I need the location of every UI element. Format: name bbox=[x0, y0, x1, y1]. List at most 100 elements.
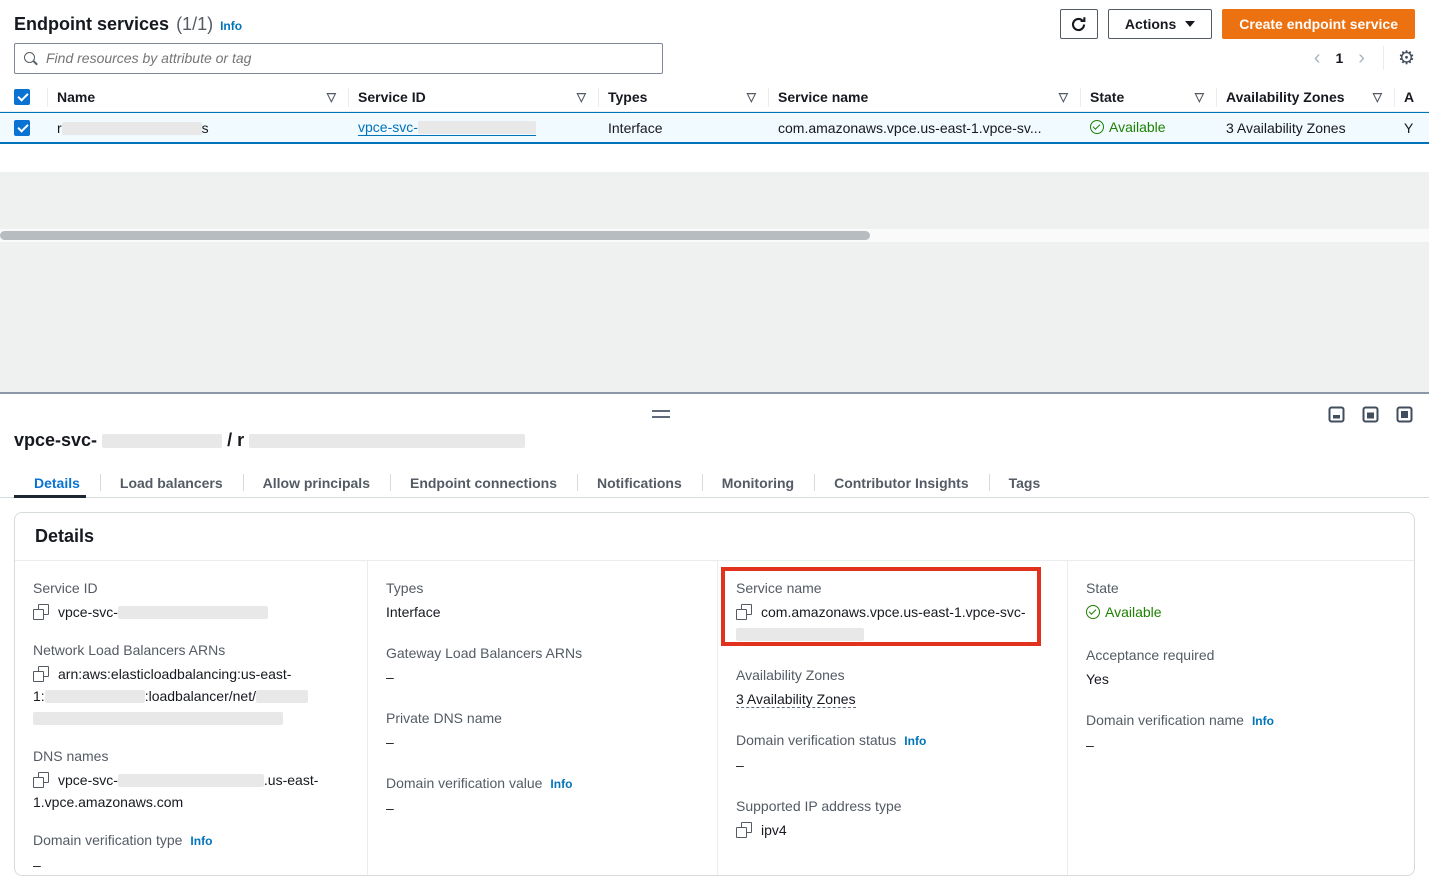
toolbar: ‹ 1 › ⚙ bbox=[14, 42, 1415, 74]
column-header-availability-zones[interactable]: Availability Zones▽ bbox=[1216, 83, 1394, 111]
field-domain-verification-name: Domain verification nameInfo – bbox=[1086, 710, 1396, 756]
availability-zones-popover-link[interactable]: 3 Availability Zones bbox=[1226, 120, 1346, 136]
row-checkbox[interactable] bbox=[14, 120, 30, 136]
table-row[interactable]: rs vpce-svc- Interface com.amazonaws.vpc… bbox=[0, 112, 1429, 144]
panel-size-medium-icon[interactable] bbox=[1362, 406, 1379, 426]
status-badge: Available bbox=[1090, 119, 1166, 135]
filter-icon[interactable]: ▽ bbox=[327, 91, 336, 103]
redacted-text bbox=[256, 690, 308, 703]
copy-icon[interactable] bbox=[736, 822, 752, 838]
column-header-partial[interactable]: A bbox=[1394, 83, 1429, 111]
filter-icon[interactable]: ▽ bbox=[577, 91, 586, 103]
field-acceptance-required: Acceptance required Yes bbox=[1086, 645, 1396, 690]
copy-icon[interactable] bbox=[33, 666, 49, 682]
split-panel-drag-handle-icon[interactable] bbox=[652, 410, 670, 418]
settings-gear-icon[interactable]: ⚙ bbox=[1398, 49, 1415, 68]
column-header-name[interactable]: Name▽ bbox=[47, 83, 348, 111]
empty-area bbox=[0, 172, 1429, 392]
info-link[interactable]: Info bbox=[904, 734, 926, 748]
split-panel: vpce-svc- / r Details Load balancers All… bbox=[0, 396, 1429, 886]
caret-down-icon bbox=[1185, 21, 1195, 27]
details-card-heading: Details bbox=[15, 513, 1414, 561]
search-icon bbox=[24, 51, 39, 66]
field-domain-verification-value: Domain verification valueInfo – bbox=[386, 773, 699, 819]
search-box[interactable] bbox=[14, 43, 663, 74]
table-header-row: Name▽ Service ID▽ Types▽ Service name▽ S… bbox=[0, 83, 1429, 112]
cell-types: Interface bbox=[598, 120, 768, 136]
field-service-id: Service ID vpce-svc- bbox=[33, 578, 349, 623]
service-id-link[interactable]: vpce-svc- bbox=[358, 119, 536, 136]
tab-monitoring[interactable]: Monitoring bbox=[702, 468, 814, 497]
check-circle-icon bbox=[1090, 120, 1104, 134]
tab-notifications[interactable]: Notifications bbox=[577, 468, 702, 497]
details-column-3: Service name com.amazonaws.vpce.us-east-… bbox=[717, 561, 1067, 875]
availability-zones-popover-link[interactable]: 3 Availability Zones bbox=[736, 691, 856, 708]
tab-bar: Details Load balancers Allow principals … bbox=[0, 468, 1429, 498]
endpoint-services-table: Name▽ Service ID▽ Types▽ Service name▽ S… bbox=[0, 83, 1429, 144]
previous-page-chevron-icon[interactable]: ‹ bbox=[1310, 48, 1325, 68]
tab-details[interactable]: Details bbox=[14, 468, 100, 497]
refresh-icon bbox=[1070, 16, 1087, 33]
list-header: Endpoint services (1/1) Info Actions Cre… bbox=[14, 8, 1415, 40]
filter-icon[interactable]: ▽ bbox=[747, 91, 756, 103]
panel-size-small-icon[interactable] bbox=[1328, 406, 1345, 426]
tab-tags[interactable]: Tags bbox=[989, 468, 1061, 497]
details-column-4: State Available Acceptance required Yes … bbox=[1067, 561, 1414, 875]
field-state: State Available bbox=[1086, 578, 1396, 625]
tab-allow-principals[interactable]: Allow principals bbox=[243, 468, 390, 497]
redacted-text bbox=[736, 628, 864, 641]
select-all-checkbox[interactable] bbox=[14, 89, 30, 105]
copy-icon[interactable] bbox=[33, 772, 49, 788]
details-card: Details Service ID vpce-svc- Network Loa… bbox=[14, 512, 1415, 876]
page-title: Endpoint services bbox=[14, 14, 169, 35]
redacted-text bbox=[45, 690, 145, 703]
page-number[interactable]: 1 bbox=[1330, 50, 1348, 66]
tab-endpoint-connections[interactable]: Endpoint connections bbox=[390, 468, 577, 497]
info-link[interactable]: Info bbox=[1252, 714, 1274, 728]
tab-contributor-insights[interactable]: Contributor Insights bbox=[814, 468, 989, 497]
field-domain-verification-type: Domain verification typeInfo – bbox=[33, 830, 349, 876]
endpoint-services-pane: Endpoint services (1/1) Info Actions Cre… bbox=[0, 0, 1429, 394]
redacted-text bbox=[418, 121, 536, 134]
redacted-text bbox=[102, 434, 222, 448]
divider bbox=[1383, 46, 1384, 70]
field-availability-zones: Availability Zones 3 Availability Zones bbox=[736, 665, 1049, 710]
info-link[interactable]: Info bbox=[550, 777, 572, 791]
filter-icon[interactable]: ▽ bbox=[1059, 91, 1068, 103]
redacted-text bbox=[118, 774, 264, 787]
column-header-types[interactable]: Types▽ bbox=[598, 83, 768, 111]
copy-icon[interactable] bbox=[736, 604, 752, 620]
info-link[interactable]: Info bbox=[220, 19, 242, 33]
scrollbar-thumb[interactable] bbox=[0, 231, 870, 240]
field-supported-ip: Supported IP address type ipv4 bbox=[736, 796, 1049, 841]
redacted-text bbox=[62, 122, 202, 135]
column-header-service-name[interactable]: Service name▽ bbox=[768, 83, 1080, 111]
field-gateway-lb-arns: Gateway Load Balancers ARNs – bbox=[386, 643, 699, 688]
refresh-button[interactable] bbox=[1060, 9, 1098, 39]
column-header-state[interactable]: State▽ bbox=[1080, 83, 1216, 111]
details-column-2: Types Interface Gateway Load Balancers A… bbox=[367, 561, 717, 875]
horizontal-scrollbar bbox=[0, 229, 1429, 242]
panel-size-full-icon[interactable] bbox=[1396, 406, 1413, 426]
status-badge: Available bbox=[1086, 601, 1162, 623]
filter-icon[interactable]: ▽ bbox=[1195, 91, 1204, 103]
field-private-dns-name: Private DNS name – bbox=[386, 708, 699, 753]
create-endpoint-service-button[interactable]: Create endpoint service bbox=[1222, 9, 1415, 39]
info-link[interactable]: Info bbox=[190, 834, 212, 848]
actions-button[interactable]: Actions bbox=[1108, 9, 1212, 39]
cell-partial: Y bbox=[1394, 120, 1429, 136]
check-circle-icon bbox=[1086, 605, 1100, 619]
details-column-1: Service ID vpce-svc- Network Load Balanc… bbox=[15, 561, 367, 875]
copy-icon[interactable] bbox=[33, 604, 49, 620]
filter-icon[interactable]: ▽ bbox=[1373, 91, 1382, 103]
tab-load-balancers[interactable]: Load balancers bbox=[100, 468, 243, 497]
search-input[interactable] bbox=[46, 50, 653, 66]
next-page-chevron-icon[interactable]: › bbox=[1354, 48, 1369, 68]
split-panel-title: vpce-svc- / r bbox=[14, 430, 525, 451]
redacted-text bbox=[33, 712, 283, 725]
cell-service-name: com.amazonaws.vpce.us-east-1.vpce-sv... bbox=[768, 120, 1080, 136]
field-dns-names: DNS names vpce-svc-.us-east- 1.vpce.amaz… bbox=[33, 746, 349, 813]
column-header-service-id[interactable]: Service ID▽ bbox=[348, 83, 598, 111]
cell-name: rs bbox=[47, 120, 348, 136]
field-service-name: Service name com.amazonaws.vpce.us-east-… bbox=[736, 578, 1049, 645]
